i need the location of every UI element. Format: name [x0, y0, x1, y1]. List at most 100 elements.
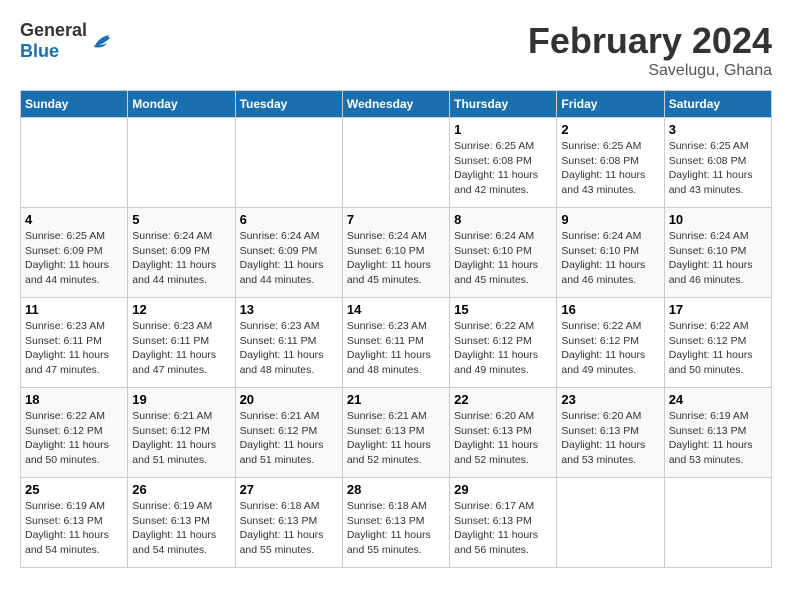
calendar-week-3: 11 Sunrise: 6:23 AMSunset: 6:11 PMDayligh…	[21, 298, 772, 388]
day-number: 16	[561, 302, 659, 317]
calendar-cell: 23 Sunrise: 6:20 AMSunset: 6:13 PMDayligh…	[557, 388, 664, 478]
day-info: Sunrise: 6:18 AMSunset: 6:13 PMDaylight:…	[240, 499, 338, 558]
logo-text: General Blue	[20, 20, 87, 62]
day-info: Sunrise: 6:24 AMSunset: 6:10 PMDaylight:…	[561, 229, 659, 288]
day-info: Sunrise: 6:21 AMSunset: 6:12 PMDaylight:…	[132, 409, 230, 468]
calendar-cell: 25Sunrise: 6:19 AMSunset: 6:13 PMDayligh…	[21, 478, 128, 568]
header-tuesday: Tuesday	[235, 91, 342, 118]
day-number: 5	[132, 212, 230, 227]
day-number: 7	[347, 212, 445, 227]
day-number: 12	[132, 302, 230, 317]
logo-bird-icon	[89, 29, 119, 53]
calendar-cell: 10 Sunrise: 6:24 AMSunset: 6:10 PMDayligh…	[664, 208, 771, 298]
day-number: 14	[347, 302, 445, 317]
calendar-cell: 21 Sunrise: 6:21 AMSunset: 6:13 PMDayligh…	[342, 388, 449, 478]
calendar-cell: 26Sunrise: 6:19 AMSunset: 6:13 PMDayligh…	[128, 478, 235, 568]
calendar-cell: 28 Sunrise: 6:18 AMSunset: 6:13 PMDayligh…	[342, 478, 449, 568]
day-info: Sunrise: 6:20 AMSunset: 6:13 PMDaylight:…	[561, 409, 659, 468]
day-info: Sunrise: 6:25 AMSunset: 6:09 PMDaylight:…	[25, 229, 123, 288]
day-number: 17	[669, 302, 767, 317]
day-number: 19	[132, 392, 230, 407]
calendar-cell: 27Sunrise: 6:18 AMSunset: 6:13 PMDayligh…	[235, 478, 342, 568]
calendar-cell	[342, 118, 449, 208]
day-info: Sunrise: 6:20 AMSunset: 6:13 PMDaylight:…	[454, 409, 552, 468]
calendar-cell: 22 Sunrise: 6:20 AMSunset: 6:13 PMDayligh…	[450, 388, 557, 478]
logo-general: General	[20, 20, 87, 40]
calendar-cell: 29 Sunrise: 6:17 AMSunset: 6:13 PMDayligh…	[450, 478, 557, 568]
day-number: 28	[347, 482, 445, 497]
calendar-cell: 2 Sunrise: 6:25 AMSunset: 6:08 PMDaylight…	[557, 118, 664, 208]
day-info: Sunrise: 6:23 AMSunset: 6:11 PMDaylight:…	[132, 319, 230, 378]
calendar-cell	[664, 478, 771, 568]
header-thursday: Thursday	[450, 91, 557, 118]
day-number: 11	[25, 302, 123, 317]
day-info: Sunrise: 6:22 AMSunset: 6:12 PMDaylight:…	[561, 319, 659, 378]
day-info: Sunrise: 6:21 AMSunset: 6:13 PMDaylight:…	[347, 409, 445, 468]
calendar-cell: 7 Sunrise: 6:24 AMSunset: 6:10 PMDaylight…	[342, 208, 449, 298]
day-number: 3	[669, 122, 767, 137]
day-info: Sunrise: 6:21 AMSunset: 6:12 PMDaylight:…	[240, 409, 338, 468]
day-number: 24	[669, 392, 767, 407]
calendar-cell: 9 Sunrise: 6:24 AMSunset: 6:10 PMDaylight…	[557, 208, 664, 298]
day-number: 20	[240, 392, 338, 407]
calendar-cell: 6Sunrise: 6:24 AMSunset: 6:09 PMDaylight…	[235, 208, 342, 298]
day-info: Sunrise: 6:23 AMSunset: 6:11 PMDaylight:…	[347, 319, 445, 378]
calendar-cell: 20 Sunrise: 6:21 AMSunset: 6:12 PMDayligh…	[235, 388, 342, 478]
title-area: February 2024 Savelugu, Ghana	[528, 20, 772, 80]
location-subtitle: Savelugu, Ghana	[528, 62, 772, 80]
calendar-week-2: 4 Sunrise: 6:25 AMSunset: 6:09 PMDaylight…	[21, 208, 772, 298]
header-monday: Monday	[128, 91, 235, 118]
day-number: 23	[561, 392, 659, 407]
logo-blue: Blue	[20, 41, 59, 61]
calendar-header-row: SundayMondayTuesdayWednesdayThursdayFrid…	[21, 91, 772, 118]
day-number: 29	[454, 482, 552, 497]
calendar-cell: 16 Sunrise: 6:22 AMSunset: 6:12 PMDayligh…	[557, 298, 664, 388]
calendar-cell: 8 Sunrise: 6:24 AMSunset: 6:10 PMDaylight…	[450, 208, 557, 298]
calendar-table: SundayMondayTuesdayWednesdayThursdayFrid…	[20, 90, 772, 568]
day-info: Sunrise: 6:24 AMSunset: 6:10 PMDaylight:…	[347, 229, 445, 288]
calendar-cell: 3Sunrise: 6:25 AMSunset: 6:08 PMDaylight…	[664, 118, 771, 208]
calendar-cell: 24 Sunrise: 6:19 AMSunset: 6:13 PMDayligh…	[664, 388, 771, 478]
day-number: 2	[561, 122, 659, 137]
day-info: Sunrise: 6:22 AMSunset: 6:12 PMDaylight:…	[454, 319, 552, 378]
day-info: Sunrise: 6:24 AMSunset: 6:10 PMDaylight:…	[454, 229, 552, 288]
day-info: Sunrise: 6:25 AMSunset: 6:08 PMDaylight:…	[561, 139, 659, 198]
calendar-week-5: 25Sunrise: 6:19 AMSunset: 6:13 PMDayligh…	[21, 478, 772, 568]
day-info: Sunrise: 6:23 AMSunset: 6:11 PMDaylight:…	[25, 319, 123, 378]
calendar-cell: 4 Sunrise: 6:25 AMSunset: 6:09 PMDaylight…	[21, 208, 128, 298]
calendar-week-4: 18Sunrise: 6:22 AMSunset: 6:12 PMDayligh…	[21, 388, 772, 478]
day-info: Sunrise: 6:19 AMSunset: 6:13 PMDaylight:…	[25, 499, 123, 558]
day-info: Sunrise: 6:24 AMSunset: 6:09 PMDaylight:…	[240, 229, 338, 288]
day-number: 10	[669, 212, 767, 227]
day-number: 13	[240, 302, 338, 317]
calendar-cell: 18Sunrise: 6:22 AMSunset: 6:12 PMDayligh…	[21, 388, 128, 478]
calendar-cell	[21, 118, 128, 208]
day-number: 9	[561, 212, 659, 227]
calendar-week-1: 1 Sunrise: 6:25 AMSunset: 6:08 PMDaylight…	[21, 118, 772, 208]
page-header: General Blue February 2024 Savelugu, Gha…	[20, 20, 772, 80]
day-info: Sunrise: 6:23 AMSunset: 6:11 PMDaylight:…	[240, 319, 338, 378]
calendar-cell: 17Sunrise: 6:22 AMSunset: 6:12 PMDayligh…	[664, 298, 771, 388]
calendar-cell: 1 Sunrise: 6:25 AMSunset: 6:08 PMDaylight…	[450, 118, 557, 208]
day-number: 21	[347, 392, 445, 407]
day-number: 1	[454, 122, 552, 137]
day-number: 26	[132, 482, 230, 497]
calendar-cell: 11 Sunrise: 6:23 AMSunset: 6:11 PMDayligh…	[21, 298, 128, 388]
calendar-cell: 12 Sunrise: 6:23 AMSunset: 6:11 PMDayligh…	[128, 298, 235, 388]
day-info: Sunrise: 6:19 AMSunset: 6:13 PMDaylight:…	[669, 409, 767, 468]
calendar-cell: 14 Sunrise: 6:23 AMSunset: 6:11 PMDayligh…	[342, 298, 449, 388]
calendar-cell	[557, 478, 664, 568]
header-wednesday: Wednesday	[342, 91, 449, 118]
day-info: Sunrise: 6:24 AMSunset: 6:10 PMDaylight:…	[669, 229, 767, 288]
calendar-cell: 19 Sunrise: 6:21 AMSunset: 6:12 PMDayligh…	[128, 388, 235, 478]
day-info: Sunrise: 6:17 AMSunset: 6:13 PMDaylight:…	[454, 499, 552, 558]
header-friday: Friday	[557, 91, 664, 118]
day-info: Sunrise: 6:18 AMSunset: 6:13 PMDaylight:…	[347, 499, 445, 558]
month-title: February 2024	[528, 20, 772, 62]
day-info: Sunrise: 6:25 AMSunset: 6:08 PMDaylight:…	[454, 139, 552, 198]
calendar-cell: 5Sunrise: 6:24 AMSunset: 6:09 PMDaylight…	[128, 208, 235, 298]
day-number: 22	[454, 392, 552, 407]
day-number: 8	[454, 212, 552, 227]
day-number: 4	[25, 212, 123, 227]
header-sunday: Sunday	[21, 91, 128, 118]
